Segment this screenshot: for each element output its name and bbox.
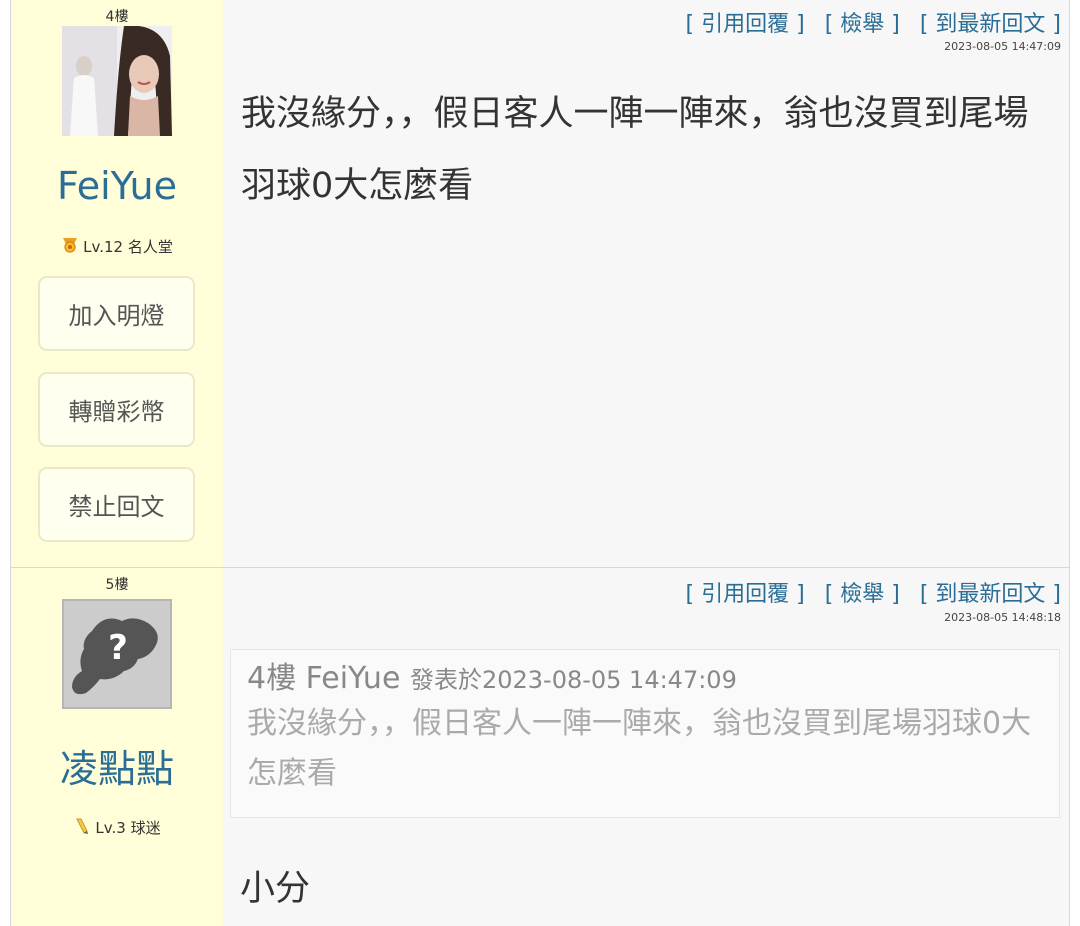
to-latest-link[interactable]: [ 到最新回文 ] [920, 12, 1061, 37]
author-panel: 4樓 FeiYue Lv.12 名人堂 加入明燈 轉贈彩幣 禁止回文 [11, 0, 223, 567]
to-latest-link[interactable]: [ 到最新回文 ] [920, 582, 1061, 607]
username[interactable]: FeiYue [11, 164, 223, 208]
post-floor-4: 4樓 FeiYue Lv.12 名人堂 加入明燈 轉贈彩幣 禁止回文 [引用回… [10, 0, 1070, 568]
post-timestamp: 2023-08-05 14:47:09 [944, 40, 1061, 53]
add-light-button[interactable]: 加入明燈 [38, 276, 195, 351]
forum-thread: 4樓 FeiYue Lv.12 名人堂 加入明燈 轉贈彩幣 禁止回文 [引用回… [10, 0, 1070, 926]
quote-author: FeiYue [305, 661, 401, 696]
username[interactable]: 凌點點 [11, 738, 223, 793]
pencil-icon [73, 817, 91, 839]
unknown-user-icon: ? [64, 601, 170, 707]
post-actions: [ 引用回覆 ] [ 檢舉 ] [ 到最新回文 ] [666, 6, 1061, 38]
quote-posted-time: 2023-08-05 14:47:09 [481, 666, 737, 694]
svg-text:?: ? [108, 628, 128, 668]
report-link[interactable]: [ 檢舉 ] [825, 12, 900, 37]
level-label: Lv.12 名人堂 [83, 238, 173, 256]
avatar[interactable]: ? [62, 599, 172, 709]
quote-posted-label: 發表於 [409, 666, 482, 694]
ban-reply-button[interactable]: 禁止回文 [38, 467, 195, 542]
quote-reply-link[interactable]: [ 引用回覆 ] [686, 582, 805, 607]
post-timestamp: 2023-08-05 14:48:18 [944, 611, 1061, 624]
medal-icon [61, 236, 79, 258]
quote-reply-link[interactable]: [ 引用回覆 ] [686, 12, 805, 37]
floor-number: 5樓 [105, 577, 129, 593]
post-content: 我沒緣分，，假日客人一陣一陣來，翁也沒買到尾場羽球0大怎麼看 [241, 94, 1029, 206]
user-level: Lv.12 名人堂 [11, 236, 223, 258]
quote-floor: 4樓 [247, 661, 297, 696]
quote-header: 4樓 FeiYue 發表於2023-08-05 14:47:09 [247, 660, 1043, 699]
author-panel: 5樓 ? 凌點點 Lv.3 球迷 [11, 568, 223, 926]
post-actions: [ 引用回覆 ] [ 檢舉 ] [ 到最新回文 ] [666, 576, 1061, 608]
level-label: Lv.3 球迷 [95, 819, 161, 837]
floor-number: 4樓 [105, 9, 129, 25]
post-content: 小分 [240, 869, 311, 909]
user-level: Lv.3 球迷 [11, 817, 223, 839]
quote-block: 4樓 FeiYue 發表於2023-08-05 14:47:09 我沒緣分，，假… [230, 649, 1060, 818]
report-link[interactable]: [ 檢舉 ] [825, 582, 900, 607]
quote-text: 我沒緣分，，假日客人一陣一陣來，翁也沒買到尾場羽球0大怎麼看 [247, 706, 1032, 791]
avatar[interactable] [62, 26, 172, 136]
gift-coins-button[interactable]: 轉贈彩幣 [38, 372, 195, 447]
